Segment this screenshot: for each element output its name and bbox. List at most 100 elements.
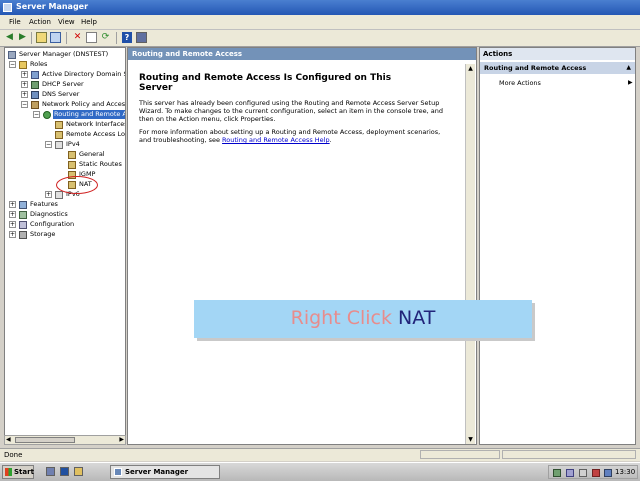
expand-icon[interactable]: + [45, 191, 52, 198]
log-icon [55, 131, 63, 139]
console-tree: Server Manager (DNSTEST) − Roles + Activ… [4, 47, 126, 445]
toolbar: ◀ ▶ ✕ ⟳ ? [0, 30, 640, 47]
help-link[interactable]: Routing and Remote Access Help [222, 136, 330, 144]
scrollbar-thumb[interactable] [15, 437, 75, 443]
toolbar-separator [66, 32, 67, 44]
toolbar-separator [31, 32, 32, 44]
tree-item-label: Network Interfaces [66, 120, 126, 128]
expand-icon[interactable]: + [9, 211, 16, 218]
tree-item-label: Storage [30, 230, 56, 238]
actions-header: Actions [480, 48, 635, 60]
powershell-quicklaunch-icon[interactable] [60, 467, 69, 476]
menu-file[interactable]: File [9, 18, 21, 26]
status-text: Done [4, 451, 23, 459]
tree-item-label: Server Manager (DNSTEST) [19, 50, 109, 58]
help-icon[interactable]: ? [122, 32, 132, 43]
ad-icon [31, 71, 39, 79]
collapse-icon[interactable]: − [21, 101, 28, 108]
help-paragraph-end: . [329, 136, 332, 144]
storage-icon [19, 231, 27, 239]
tree-item-label: Remote Access Log [66, 130, 126, 138]
network-policy-icon [31, 101, 39, 109]
expand-icon[interactable]: + [21, 91, 28, 98]
show-hide-tree-icon[interactable] [50, 32, 61, 43]
taskbar-button-label: Server Manager [125, 468, 189, 476]
delete-icon[interactable]: ✕ [72, 32, 83, 43]
tree-item-label: IPv4 [66, 140, 80, 148]
tree-item-routing-remote-access[interactable]: − Routing and Remote Ac [33, 110, 125, 119]
expand-icon[interactable]: + [9, 221, 16, 228]
start-label: Start [14, 468, 34, 476]
clock[interactable]: 13:30 [615, 468, 635, 476]
submenu-arrow-icon: ▶ [628, 79, 633, 86]
status-cell [420, 450, 500, 459]
collapse-caret-icon[interactable]: ▲ [626, 62, 631, 74]
server-manager-quicklaunch-icon[interactable] [46, 467, 55, 476]
more-actions-item[interactable]: More Actions [499, 79, 541, 87]
tree-item-label: Configuration [30, 220, 75, 228]
status-cell [502, 450, 636, 459]
explorer-quicklaunch-icon[interactable] [74, 467, 83, 476]
alert-tray-icon[interactable] [592, 469, 600, 477]
server-manager-icon [3, 3, 12, 12]
up-folder-icon[interactable] [36, 32, 47, 43]
tree-item-label: DHCP Server [42, 80, 84, 88]
page-heading: Routing and Remote Access Is Configured … [139, 73, 392, 93]
menu-bar: File Action View Help [0, 15, 640, 30]
scroll-down-icon[interactable]: ▼ [466, 435, 475, 444]
instruction-banner: Right Click NAT [194, 300, 532, 338]
tree-item-label: Routing and Remote Ac [53, 110, 125, 119]
tree-item-label: Roles [30, 60, 48, 68]
dns-icon [31, 91, 39, 99]
expand-icon[interactable]: + [21, 81, 28, 88]
tree-item-label: Active Directory Domain Se [42, 70, 126, 78]
instruction-text-action: Right Click [290, 307, 399, 329]
expand-icon[interactable]: + [9, 201, 16, 208]
taskbar-server-manager-button[interactable]: Server Manager [110, 465, 220, 479]
help-paragraph: For more information about setting up a … [139, 128, 449, 144]
menu-action[interactable]: Action [29, 18, 51, 26]
toolbar-separator [116, 32, 117, 44]
actions-pane: Actions Routing and Remote Access ▲ More… [479, 47, 636, 445]
network-tray-icon[interactable] [553, 469, 561, 477]
collapse-icon[interactable]: − [33, 111, 40, 118]
back-arrow-icon[interactable]: ◀ [4, 32, 15, 43]
roles-icon [19, 61, 27, 69]
collapse-icon[interactable]: − [45, 141, 52, 148]
details-vertical-scrollbar[interactable]: ▲ ▼ [465, 64, 475, 444]
window-title-bar[interactable]: Server Manager [0, 0, 640, 15]
actions-section-routing[interactable]: Routing and Remote Access ▲ [480, 62, 635, 74]
window-title: Server Manager [16, 2, 89, 11]
properties-icon[interactable] [86, 32, 97, 43]
ipv4-icon [55, 141, 63, 149]
diagnostics-icon [19, 211, 27, 219]
scroll-right-icon[interactable]: ▶ [119, 436, 124, 443]
scroll-up-icon[interactable]: ▲ [466, 64, 475, 73]
tree-item-label: DNS Server [42, 90, 80, 98]
server-icon [8, 51, 16, 59]
update-tray-icon[interactable] [604, 469, 612, 477]
start-button[interactable]: Start [2, 465, 34, 479]
refresh-icon[interactable]: ⟳ [100, 32, 111, 43]
routing-icon [43, 111, 51, 119]
expand-icon[interactable]: + [9, 231, 16, 238]
static-routes-icon [68, 161, 76, 169]
security-tray-icon[interactable] [566, 469, 574, 477]
menu-view[interactable]: View [58, 18, 75, 26]
tree-horizontal-scrollbar[interactable]: ◀ ▶ [4, 435, 126, 445]
server-manager-icon [114, 468, 122, 476]
collapse-icon[interactable]: − [9, 61, 16, 68]
menu-help[interactable]: Help [81, 18, 97, 26]
description-paragraph: This server has already been configured … [139, 99, 443, 123]
taskbar: Start Server Manager 13:30 [0, 462, 640, 481]
system-tray: 13:30 [548, 465, 638, 479]
console-icon[interactable] [136, 32, 147, 43]
tree-item-label: Static Routes [79, 160, 122, 168]
forward-arrow-icon[interactable]: ▶ [17, 32, 28, 43]
scroll-left-icon[interactable]: ◀ [6, 436, 11, 443]
volume-tray-icon[interactable] [579, 469, 587, 477]
dhcp-icon [31, 81, 39, 89]
status-bar: Done [0, 448, 640, 461]
tree-item-label: Features [30, 200, 58, 208]
expand-icon[interactable]: + [21, 71, 28, 78]
